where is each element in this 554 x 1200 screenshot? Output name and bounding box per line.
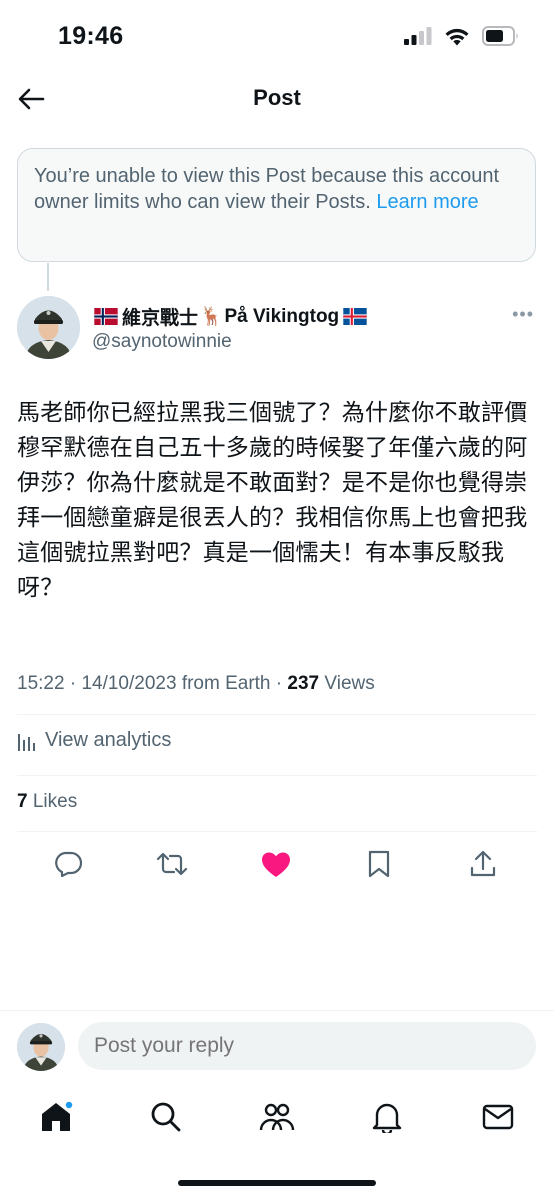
home-icon	[42, 1101, 73, 1131]
tab-search[interactable]	[144, 1095, 188, 1139]
likes-count: 7	[17, 791, 28, 812]
divider	[0, 1010, 554, 1011]
post-time[interactable]: 15:22	[17, 673, 65, 694]
iceland-flag-icon	[343, 308, 367, 325]
views-count: 237	[287, 673, 320, 694]
deer-emoji-icon: 🦌	[200, 306, 223, 327]
status-time: 19:46	[58, 22, 124, 50]
reply-input[interactable]	[78, 1022, 536, 1070]
my-avatar[interactable]	[17, 1023, 65, 1071]
repost-button[interactable]	[154, 846, 190, 882]
post-text: 馬老師你已經拉黑我三個號了？為什麼你不敢評價穆罕默德在自己五十多歲的時候娶了年僅…	[17, 400, 528, 601]
more-options-button[interactable]: •••	[512, 304, 534, 325]
like-heart-icon	[262, 852, 290, 877]
avatar-image	[17, 1023, 65, 1071]
norway-flag-icon	[94, 308, 118, 325]
author-avatar[interactable]	[17, 296, 80, 359]
author-name[interactable]: 維京戰士 🦌 På Vikingtog	[92, 303, 369, 330]
cellular-signal-icon	[404, 27, 432, 45]
view-analytics-button[interactable]: View analytics	[17, 729, 171, 752]
communities-icon	[259, 1103, 295, 1131]
repost-icon	[156, 852, 188, 876]
page-title: Post	[253, 85, 301, 110]
divider	[17, 714, 537, 715]
reply-icon	[55, 851, 82, 877]
divider	[17, 831, 537, 832]
analytics-icon	[18, 733, 35, 751]
messages-envelope-icon	[482, 1104, 514, 1130]
tab-notifications[interactable]	[365, 1095, 409, 1139]
learn-more-link[interactable]: Learn more	[376, 191, 478, 213]
home-indicator	[178, 1180, 376, 1186]
search-icon	[151, 1102, 181, 1132]
status-icons	[404, 26, 520, 46]
notifications-bell-icon	[372, 1103, 402, 1133]
reply-button[interactable]	[50, 846, 86, 882]
divider	[17, 775, 537, 776]
tab-communities[interactable]	[255, 1095, 299, 1139]
tab-messages[interactable]	[476, 1095, 520, 1139]
post-date[interactable]: 14/10/2023	[81, 673, 176, 694]
wifi-icon	[445, 28, 469, 45]
like-button[interactable]	[258, 846, 294, 882]
battery-icon	[482, 26, 518, 46]
author-name-text: 維京戰士	[122, 308, 199, 329]
author-handle[interactable]: @saynotowinnie	[92, 331, 232, 353]
tab-home[interactable]	[34, 1095, 78, 1139]
view-analytics-label: View analytics	[45, 729, 172, 751]
share-button[interactable]	[465, 846, 501, 882]
thread-line	[47, 263, 49, 291]
avatar-image	[17, 296, 80, 359]
share-icon	[470, 850, 496, 877]
restricted-post-notice: You’re unable to view this Post because …	[17, 148, 536, 262]
post-source: from Earth	[181, 673, 271, 694]
views-label: Views	[324, 673, 375, 694]
bookmark-icon	[368, 850, 390, 878]
bookmark-button[interactable]	[361, 846, 397, 882]
likes-label: Likes	[32, 791, 78, 812]
author-name-suffix: På Vikingtog	[224, 305, 340, 327]
likes-count-link[interactable]: 7 Likes	[17, 791, 77, 813]
post-meta: 15:22 · 14/10/2023 from Earth · 237 View…	[17, 673, 375, 694]
